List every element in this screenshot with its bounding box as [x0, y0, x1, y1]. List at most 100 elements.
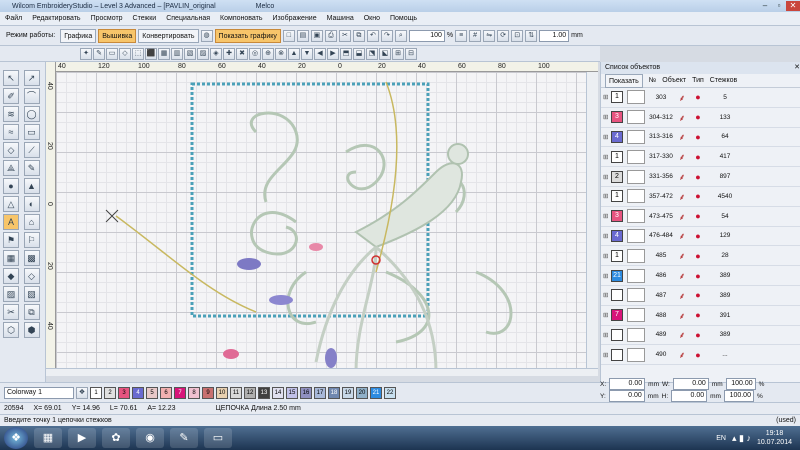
- tool-icon-9[interactable]: ▨: [197, 47, 209, 60]
- toolbox-icon-3[interactable]: ⌒: [23, 88, 40, 104]
- tool-icon-5[interactable]: ⬛: [145, 47, 157, 60]
- toolbox-icon-7[interactable]: ▭: [23, 124, 40, 140]
- copy-icon[interactable]: ⧉: [352, 29, 365, 42]
- object-row[interactable]: ⊞ 3 304-312 ⸙ ● 133: [601, 108, 800, 128]
- object-row[interactable]: ⊞ 1 303 ⸙ ● 5: [601, 88, 800, 108]
- color-swatch[interactable]: 22: [384, 386, 396, 399]
- w-field[interactable]: 0.00: [672, 378, 709, 390]
- tool-icon-20[interactable]: ⬒: [340, 47, 352, 60]
- print-icon[interactable]: ⎙: [324, 29, 337, 42]
- tool-icon-18[interactable]: ◀: [314, 47, 326, 60]
- toolbox-icon-8[interactable]: ◇: [3, 142, 19, 158]
- explorer-icon[interactable]: ▦: [34, 428, 62, 448]
- menu-item-2[interactable]: Просмотр: [86, 15, 128, 22]
- color-swatch[interactable]: 12: [244, 386, 256, 399]
- embroidery-mode-button[interactable]: Вышивка: [98, 28, 137, 43]
- toolbox-icon-5[interactable]: ◯: [23, 106, 40, 122]
- menu-item-1[interactable]: Редактировать: [27, 15, 85, 22]
- tool-icon-7[interactable]: ▥: [171, 47, 183, 60]
- tool-icon-13[interactable]: ◎: [249, 47, 261, 60]
- panel-close-icon[interactable]: ✕: [794, 62, 800, 74]
- object-row[interactable]: ⊞ 490 ⸙ ● ...: [601, 345, 800, 366]
- new-icon[interactable]: □: [282, 29, 295, 42]
- tool-icon-25[interactable]: ⊟: [405, 47, 417, 60]
- tool-icon-24[interactable]: ⊞: [392, 47, 404, 60]
- align-icon[interactable]: ≡: [455, 29, 468, 42]
- paint-icon[interactable]: ✎: [170, 428, 198, 448]
- color-swatch[interactable]: 15: [286, 386, 298, 399]
- start-button[interactable]: ❖: [4, 427, 28, 449]
- tool-icon-12[interactable]: ✖: [236, 47, 248, 60]
- color-swatch[interactable]: 17: [314, 386, 326, 399]
- tool-icon-11[interactable]: ✚: [223, 47, 235, 60]
- color-swatch[interactable]: 8: [188, 386, 200, 399]
- y-field[interactable]: 0.00: [608, 390, 645, 402]
- object-row[interactable]: ⊞ 4 313-316 ⸙ ● 64: [601, 128, 800, 148]
- object-row[interactable]: ⊞ 2 331-356 ⸙ ● 897: [601, 167, 800, 187]
- toolbox-icon-1[interactable]: ↗: [23, 70, 40, 86]
- color-swatch[interactable]: 14: [272, 386, 284, 399]
- expand-icon[interactable]: ⊞: [603, 113, 611, 121]
- expand-icon[interactable]: ⊞: [603, 212, 611, 220]
- tool-icon-0[interactable]: ✦: [80, 47, 92, 60]
- rotate-icon[interactable]: ⟳: [497, 29, 510, 42]
- toolbox-icon-24[interactable]: ▨: [3, 286, 19, 302]
- height-pct-field[interactable]: 100.00: [723, 390, 754, 402]
- expand-icon[interactable]: ⊞: [603, 93, 611, 101]
- browser-icon[interactable]: ◉: [136, 428, 164, 448]
- flip-icon[interactable]: ⇅: [525, 29, 538, 42]
- toolbox-icon-27[interactable]: ⧉: [23, 304, 40, 320]
- menu-item-8[interactable]: Окно: [359, 15, 385, 22]
- scale-field[interactable]: 1.00: [539, 29, 570, 42]
- clock[interactable]: 19:18 10.07.2014: [757, 429, 792, 447]
- language-indicator[interactable]: EN: [716, 435, 726, 442]
- h-field[interactable]: 0.00: [671, 390, 708, 402]
- show-button[interactable]: Показать: [605, 73, 643, 88]
- toolbox-icon-12[interactable]: ●: [3, 178, 19, 194]
- toolbox-icon-11[interactable]: ✎: [23, 160, 40, 176]
- tool-icon-22[interactable]: ⬔: [366, 47, 378, 60]
- convert-button[interactable]: Конвертировать: [138, 28, 199, 43]
- toolbox-icon-18[interactable]: ⚑: [3, 232, 19, 248]
- graphics-mode-button[interactable]: Графика: [60, 28, 97, 43]
- zoom-icon[interactable]: ⌕: [394, 29, 407, 42]
- color-swatch[interactable]: 11: [230, 386, 242, 399]
- expand-icon[interactable]: ⊞: [603, 291, 611, 299]
- open-icon[interactable]: ▤: [296, 29, 309, 42]
- object-row[interactable]: ⊞ 1 317-330 ⸙ ● 417: [601, 147, 800, 168]
- object-row[interactable]: ⊞ 7 488 ⸙ ● 391: [601, 306, 800, 326]
- toolbox-icon-19[interactable]: ⚐: [23, 232, 40, 248]
- color-swatch[interactable]: 7: [174, 386, 186, 399]
- toolbox-icon-26[interactable]: ✂: [3, 304, 19, 320]
- palette-icon[interactable]: ❖: [76, 386, 88, 399]
- cut-icon[interactable]: ✂: [338, 29, 351, 42]
- color-swatch[interactable]: 16: [300, 386, 312, 399]
- expand-icon[interactable]: ⊞: [603, 153, 611, 161]
- menu-item-5[interactable]: Компоновать: [215, 15, 267, 22]
- object-row[interactable]: ⊞ 489 ⸙ ● 389: [601, 326, 800, 346]
- menu-item-6[interactable]: Изображение: [268, 15, 322, 22]
- color-swatch[interactable]: 10: [216, 386, 228, 399]
- color-swatch[interactable]: 9: [202, 386, 214, 399]
- toolbox-icon-2[interactable]: ✐: [3, 88, 19, 104]
- menu-item-9[interactable]: Помощь: [385, 15, 422, 22]
- toolbox-icon-17[interactable]: ⌂: [23, 214, 40, 230]
- color-swatch[interactable]: 4: [132, 386, 144, 399]
- expand-icon[interactable]: ⊞: [603, 133, 611, 141]
- toolbox-icon-20[interactable]: ▦: [3, 250, 19, 266]
- expand-icon[interactable]: ⊞: [603, 311, 611, 319]
- tool-icon-3[interactable]: ◇: [119, 47, 131, 60]
- tool-icon-6[interactable]: ▦: [158, 47, 170, 60]
- zoom-field[interactable]: 100: [408, 29, 445, 42]
- object-row[interactable]: ⊞ 1 485 ⸙ ● 28: [601, 246, 800, 267]
- toolbox-icon-13[interactable]: ▲: [23, 178, 40, 194]
- toolbox-icon-21[interactable]: ▩: [23, 250, 40, 266]
- object-row[interactable]: ⊞ 4 476-484 ⸙ ● 129: [601, 227, 800, 247]
- tool-icon-8[interactable]: ▧: [184, 47, 196, 60]
- save-icon[interactable]: ▣: [310, 29, 323, 42]
- object-row[interactable]: ⊞ 1 357-472 ⸙ ● 4540: [601, 187, 800, 207]
- vertical-scrollbar[interactable]: [586, 72, 598, 376]
- expand-icon[interactable]: ⊞: [603, 331, 611, 339]
- expand-icon[interactable]: ⊞: [603, 173, 611, 181]
- embroidery-design-area[interactable]: [56, 72, 598, 376]
